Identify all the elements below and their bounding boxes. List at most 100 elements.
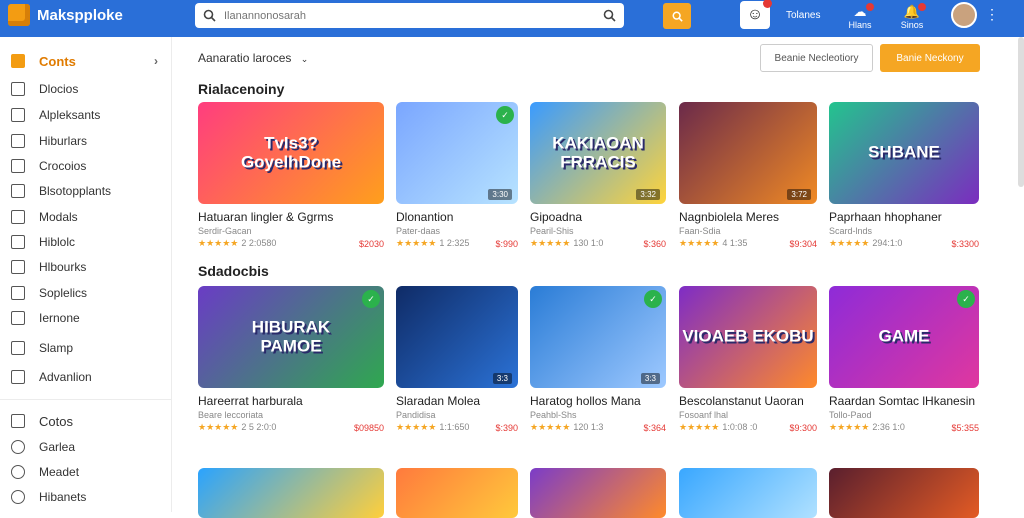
game-thumbnail[interactable]: HIBURAK PAMOE ✓ [198,286,384,388]
sidebar-item-10[interactable]: Slamp [11,337,166,359]
sidebar-sub-item-2[interactable]: Hibanets [11,486,166,508]
game-thumbnail[interactable] [396,468,518,518]
download-badge: 3:3 [492,373,512,384]
sidebar-item-11[interactable]: Advanlion [11,366,166,388]
sidebar-item-1[interactable]: Alpleksants [11,104,166,126]
sidebar-head-cotos[interactable]: Cotos [11,410,166,432]
sidebar-sub-item-0[interactable]: Garlea [11,436,166,458]
price: $09850 [353,422,384,433]
rating-count: 4 1:35 [722,238,748,248]
search-input[interactable] [224,9,603,22]
game-thumbnail[interactable] [198,468,384,518]
rating-count: 1:1:650 [439,422,470,432]
game-card[interactable]: HIBURAK PAMOE ✓ Hareerrat harburala Beare l… [198,286,384,433]
sidebar-sub-item-0-label: Garlea [39,440,76,454]
price: $2030 [358,238,384,249]
game-card[interactable]: 3:72 Nagnbiolela Meres Faan-Sdia ★★★★★ 4 1:3… [679,102,817,249]
scrollbar[interactable] [1018,37,1024,187]
sidebar-item-3[interactable]: Crocoios [11,155,166,177]
notification-dot [763,0,772,8]
sidebar-item-2[interactable]: Hiburlars [11,130,166,152]
hlans-nav[interactable]: ☁ Hlans [844,3,876,30]
sidebar-head-conts-label: Conts [39,53,76,69]
sidebar-sub-item-2-label: Hibanets [39,490,87,504]
card-title[interactable]: Slaradan Molea [396,394,518,408]
game-thumbnail[interactable]: VIOAEB EKOBU [679,286,817,388]
tools-label[interactable]: Tolanes [786,10,820,21]
game-card[interactable]: 3:3 ✓ Haratog hollos Mana Peahbl-Shs ★★★★★ 12… [530,286,666,433]
sinos-nav[interactable]: 🔔 Sinos [896,3,928,30]
secondary-button[interactable]: Beanie Necleotiory [760,44,873,72]
card-meta: ★★★★★ 4 1:35 $9:304 [679,238,817,249]
sidebar-item-9[interactable]: Iernone [11,307,166,329]
thumbnail-title: VIOAEB EKOBU [682,326,814,346]
card-title[interactable]: Haratog hollos Mana [530,394,666,408]
download-badge: 3:72 [787,189,811,200]
card-publisher: Scard-lnds [829,226,873,236]
search-submit-icon[interactable] [603,9,616,22]
game-card[interactable]: 3:30 ✓ Dlonantion Pater-daas ★★★★★ 1 2:325 $:9… [396,102,518,249]
game-thumbnail[interactable]: SHBANE [829,102,979,204]
game-thumbnail[interactable]: TvIs3? GoyelhDone [198,102,384,204]
card-meta: ★★★★★ 1:0:08 :0 $9:300 [679,422,817,433]
more-menu-icon[interactable]: ⋮ [985,6,999,23]
price: $:364 [643,422,666,433]
game-card[interactable]: TvIs3? GoyelhDone Hatuaran lingler & Ggrm… [198,102,384,249]
game-card[interactable]: VIOAEB EKOBU Bescolanstanut Uaoran Fosoanf… [679,286,817,433]
game-thumbnail[interactable] [679,468,817,518]
card-title[interactable]: Dlonantion [396,210,518,224]
card-title[interactable]: Bescolanstanut Uaoran [679,394,817,408]
app-name: Makspploke [37,6,123,24]
game-card[interactable]: 3:3 Slaradan Molea Pandidisa ★★★★★ 1:1:650 $:… [396,286,518,433]
game-thumbnail[interactable]: 3:30 ✓ [396,102,518,204]
game-card[interactable]: KAKIAOAN FRRACIS 3:32 Gipoadna Pearil-Shis ★… [530,102,666,249]
sidebar-item-4[interactable]: Blsotopplants [11,180,166,202]
sidebar-item-7[interactable]: Hlbourks [11,256,166,278]
card-title[interactable]: Nagnbiolela Meres [679,210,817,224]
user-avatar[interactable] [951,2,977,28]
game-thumbnail[interactable]: 3:3 [396,286,518,388]
chevron-right-icon[interactable]: › [154,54,158,68]
sidebar-item-9-label: Iernone [39,311,80,325]
card-title[interactable]: Gipoadna [530,210,666,224]
thumbnail-title: HIBURAK PAMOE [251,317,331,355]
search-button[interactable] [663,3,691,29]
primary-button[interactable]: Banie Neckony [880,44,980,72]
rating-stars: ★★★★★ 294:1:0 [829,238,903,248]
rating-count: 2 2:0580 [241,238,277,248]
search-bar[interactable] [195,3,624,28]
sidebar-head-cotos-label: Cotos [39,413,73,429]
card-title[interactable]: Raardan Somtac lHkanesin [829,394,979,408]
sidebar-item-7-label: Hlbourks [39,260,87,274]
card-title[interactable]: Paprhaan hhophaner [829,210,979,224]
card-title[interactable]: Hareerrat harburala [198,394,384,408]
game-thumbnail[interactable]: KAKIAOAN FRRACIS 3:32 [530,102,666,204]
game-thumbnail[interactable]: 3:3 ✓ [530,286,666,388]
card-meta: ★★★★★ 294:1:0 $:3300 [829,238,979,249]
sidebar-item-3-label: Crocoios [39,159,87,173]
game-thumbnail[interactable] [530,468,666,518]
notification-badge [918,3,926,11]
sidebar-item-0[interactable]: Dlocios [11,78,166,100]
price: $:3300 [951,238,979,249]
game-card[interactable]: SHBANE Paprhaan hhophaner Scard-lnds ★★★★★ 2… [829,102,979,249]
card-meta: ★★★★★ 120 1:3 $:364 [530,422,666,433]
sidebar-item-5[interactable]: Modals [11,206,166,228]
mascot-avatar-button[interactable]: ☺ [740,0,772,29]
game-thumbnail[interactable] [829,468,979,518]
rating-stars: ★★★★★ 2:36 1:0 [829,422,905,432]
sidebar-item-6[interactable]: Hiblolc [11,231,166,253]
game-thumbnail[interactable]: GAME ✓ [829,286,979,388]
sidebar-item-8[interactable]: Soplelics [11,282,166,304]
sidebar-sub-item-1[interactable]: Meadet [11,461,166,483]
filter-dropdown[interactable]: Aanaratio laroces ⌄ [198,51,308,65]
app-logo[interactable]: Makspploke [8,4,123,26]
card-publisher: Pearil-Shis [530,226,574,236]
rating-stars: ★★★★★ 2 2:0580 [198,238,277,248]
sidebar-item-2-icon [11,134,25,148]
card-title[interactable]: Hatuaran lingler & Ggrms [198,210,384,224]
game-thumbnail[interactable]: 3:72 [679,102,817,204]
sidebar-head-conts[interactable]: Conts › [11,50,166,72]
sidebar-item-2-label: Hiburlars [39,134,88,148]
game-card[interactable]: GAME ✓ Raardan Somtac lHkanesin Tollo-Paod ★… [829,286,979,433]
